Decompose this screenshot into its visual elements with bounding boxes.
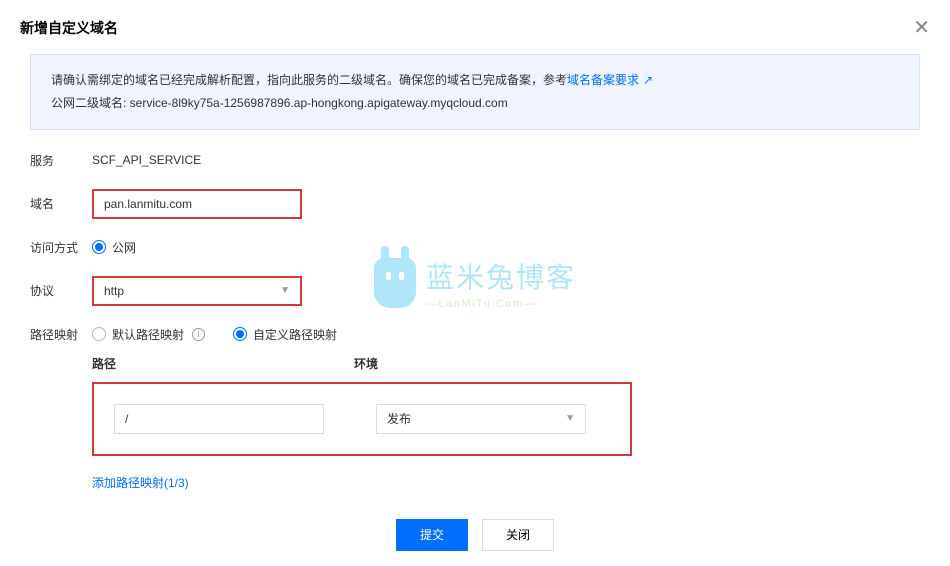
mapping-custom-radio[interactable]: 自定义路径映射: [233, 326, 337, 343]
mapping-label: 路径映射: [30, 326, 92, 343]
protocol-select[interactable]: http ▼: [92, 276, 302, 306]
protocol-value: http: [104, 284, 124, 298]
access-public-label: 公网: [112, 239, 136, 256]
radio-checked-icon: [233, 327, 247, 341]
radio-unchecked-icon: [92, 327, 106, 341]
info-icon[interactable]: i: [192, 328, 205, 341]
env-value: 发布: [387, 410, 411, 427]
close-icon[interactable]: ✕: [913, 18, 930, 38]
path-column-header: 路径: [92, 355, 354, 372]
external-link-icon: ↗: [643, 73, 653, 87]
protocol-label: 协议: [30, 282, 92, 299]
radio-checked-icon: [92, 240, 106, 254]
chevron-down-icon: ▼: [565, 413, 575, 424]
public-domain-value: service-8l9ky75a-1256987896.ap-hongkong.…: [130, 96, 508, 110]
service-value: SCF_API_SERVICE: [92, 153, 201, 167]
path-input[interactable]: [114, 404, 324, 434]
cancel-button[interactable]: 关闭: [482, 519, 554, 551]
env-select[interactable]: 发布 ▼: [376, 404, 586, 434]
domain-input[interactable]: [92, 189, 302, 219]
access-label: 访问方式: [30, 239, 92, 256]
submit-button[interactable]: 提交: [396, 519, 468, 551]
service-label: 服务: [30, 152, 92, 169]
info-banner: 请确认需绑定的域名已经完成解析配置，指向此服务的二级域名。确保您的域名已完成备案…: [30, 54, 920, 130]
chevron-down-icon: ▼: [280, 285, 290, 296]
access-public-radio[interactable]: 公网: [92, 239, 136, 256]
mapping-default-label: 默认路径映射: [112, 326, 184, 343]
mapping-default-radio[interactable]: 默认路径映射 i: [92, 326, 205, 343]
domain-label: 域名: [30, 195, 92, 212]
info-text: 请确认需绑定的域名已经完成解析配置，指向此服务的二级域名。确保您的域名已完成备案…: [51, 73, 567, 87]
env-column-header: 环境: [354, 355, 616, 372]
modal-title: 新增自定义域名: [20, 18, 118, 38]
mapping-custom-label: 自定义路径映射: [253, 326, 337, 343]
add-mapping-link[interactable]: 添加路径映射(1/3): [92, 474, 189, 491]
public-domain-label: 公网二级域名:: [51, 96, 130, 110]
mapping-row: 发布 ▼: [92, 382, 632, 456]
filing-requirements-link[interactable]: 域名备案要求: [567, 73, 639, 87]
